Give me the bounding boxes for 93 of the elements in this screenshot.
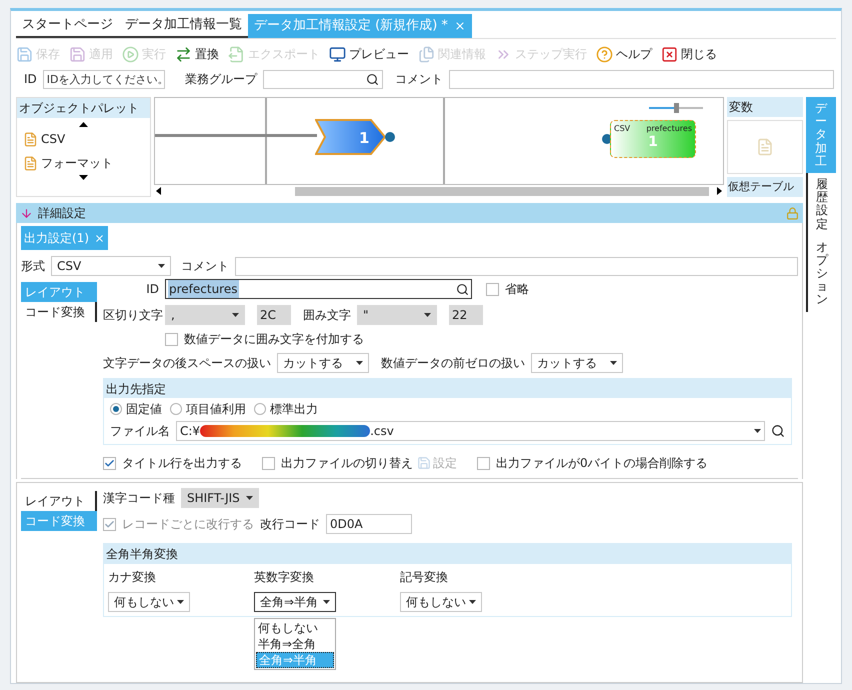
caret-icon xyxy=(246,496,253,500)
dropdown[interactable]: カットする xyxy=(531,353,623,373)
caret-icon xyxy=(232,313,239,317)
id-field[interactable]: IDを入力してください。 xyxy=(42,70,165,88)
field-label: 記号変換 xyxy=(400,569,449,586)
swap-arrows-icon xyxy=(175,46,192,62)
palette-item[interactable]: フォーマット xyxy=(17,151,150,175)
caret-icon xyxy=(177,600,184,604)
group-title: 出力先指定 xyxy=(104,379,791,398)
field-label: 改行コード xyxy=(260,516,320,533)
field-label: ファイル名 xyxy=(110,423,170,440)
dropdown[interactable]: 全角⇒半角 xyxy=(254,592,336,612)
radio-button[interactable]: 標準出力 xyxy=(254,400,318,418)
id-field[interactable]: prefectures xyxy=(165,279,472,299)
code-field[interactable]: 2C xyxy=(257,305,291,325)
caret-icon xyxy=(469,600,476,604)
csv-node[interactable]: CSV prefectures 1 xyxy=(610,120,696,158)
caret-icon xyxy=(754,429,761,433)
help-icon xyxy=(596,46,613,62)
dropdown-option[interactable]: 半角⇒全角 xyxy=(256,636,334,652)
palette-item[interactable]: CSV xyxy=(17,127,150,151)
caret-icon xyxy=(424,313,431,317)
arrow-down-icon xyxy=(20,206,33,220)
search-icon[interactable] xyxy=(456,282,469,296)
dropdown-option[interactable]: 何もしない xyxy=(256,620,334,636)
panel-title: オブジェクトパレット xyxy=(17,98,150,118)
group-field[interactable] xyxy=(262,70,383,88)
toolbar-button[interactable]: 閉じる xyxy=(661,45,717,63)
field-label: コメント xyxy=(181,258,229,275)
toolbar-button[interactable]: 置換 xyxy=(175,45,219,63)
file-field[interactable]: C:¥ .csv xyxy=(176,421,765,441)
vertical-tab[interactable]: 履歴設定 xyxy=(806,172,836,236)
checkbox[interactable]: 省略 xyxy=(486,280,529,298)
dropdown[interactable]: " xyxy=(357,305,437,325)
checkbox[interactable]: タイトル行を出力する xyxy=(103,454,242,472)
field-label: 英数字変換 xyxy=(254,569,315,586)
field-label: カナ変換 xyxy=(108,569,157,586)
monitor-icon xyxy=(329,46,346,62)
filter-node[interactable]: 1 xyxy=(315,119,387,155)
details-header[interactable]: 詳細設定 xyxy=(16,203,803,223)
caret-icon xyxy=(610,361,617,365)
vertical-tab[interactable]: オプション xyxy=(806,236,836,312)
dropdown[interactable]: SHIFT-JIS xyxy=(181,488,259,508)
panel-title: 変数 xyxy=(727,97,803,117)
field-label: 囲み文字 xyxy=(303,307,351,324)
dropdown[interactable]: CSV xyxy=(51,256,171,276)
zoom-slider[interactable] xyxy=(649,103,703,113)
documents-icon xyxy=(418,46,435,62)
field-label: ID xyxy=(145,281,159,298)
horizontal-scrollbar[interactable] xyxy=(154,185,724,197)
scroll-right-icon[interactable] xyxy=(717,187,722,195)
file-icon xyxy=(23,156,38,170)
comment-field[interactable] xyxy=(448,70,834,88)
dropdown[interactable]: カットする xyxy=(277,353,369,373)
dropdown[interactable]: 何もしない xyxy=(400,592,482,612)
comment-field[interactable] xyxy=(235,256,798,276)
search-icon[interactable] xyxy=(771,424,785,438)
play-icon xyxy=(122,46,139,62)
toolbar-button[interactable]: プレビュー xyxy=(329,45,409,63)
file-icon xyxy=(23,132,38,146)
newline-code-field[interactable]: 0D0A xyxy=(326,514,412,534)
group-title: 全角半角変換 xyxy=(104,544,791,564)
checkbox[interactable]: 数値データに囲み文字を付加する xyxy=(165,330,798,348)
check-icon xyxy=(104,458,115,468)
radio-button[interactable]: 固定値 xyxy=(110,400,162,418)
code-field[interactable]: 22 xyxy=(449,305,483,325)
field-label: ID xyxy=(24,71,37,88)
field-label: コメント xyxy=(394,71,443,88)
dropdown[interactable]: , xyxy=(165,305,245,325)
close-icon xyxy=(661,46,678,62)
scroll-up-icon[interactable] xyxy=(79,122,88,127)
save-icon xyxy=(417,456,431,470)
checkbox[interactable]: 出力ファイルの切り替え xyxy=(262,454,413,472)
toolbar-button[interactable]: ヘルプ xyxy=(596,45,652,63)
caret-icon xyxy=(323,600,330,604)
field-label: 漢字コード種 xyxy=(103,490,175,507)
panel-title[interactable]: 仮想テーブル xyxy=(727,177,803,197)
field-label: 業務グループ xyxy=(184,71,257,88)
variable-icon xyxy=(756,138,774,156)
file-export-icon xyxy=(228,46,245,62)
field-label: 形式 xyxy=(21,258,45,275)
dropdown[interactable]: 何もしない xyxy=(108,592,190,612)
radio-button[interactable]: 項目値利用 xyxy=(170,400,246,418)
checkbox[interactable]: 出力ファイルが0バイトの場合削除する xyxy=(477,454,708,472)
check-icon xyxy=(104,518,115,530)
caret-icon xyxy=(158,264,165,268)
field-label: 文字データの後スペースの扱い xyxy=(103,355,271,372)
scroll-down-icon[interactable] xyxy=(79,175,88,180)
search-icon[interactable] xyxy=(366,72,379,86)
field-label: 数値データの前ゼロの扱い xyxy=(381,355,525,372)
caret-icon xyxy=(356,361,363,365)
scroll-left-icon[interactable] xyxy=(156,187,161,195)
document-tab[interactable]: スタートページ xyxy=(16,14,119,38)
